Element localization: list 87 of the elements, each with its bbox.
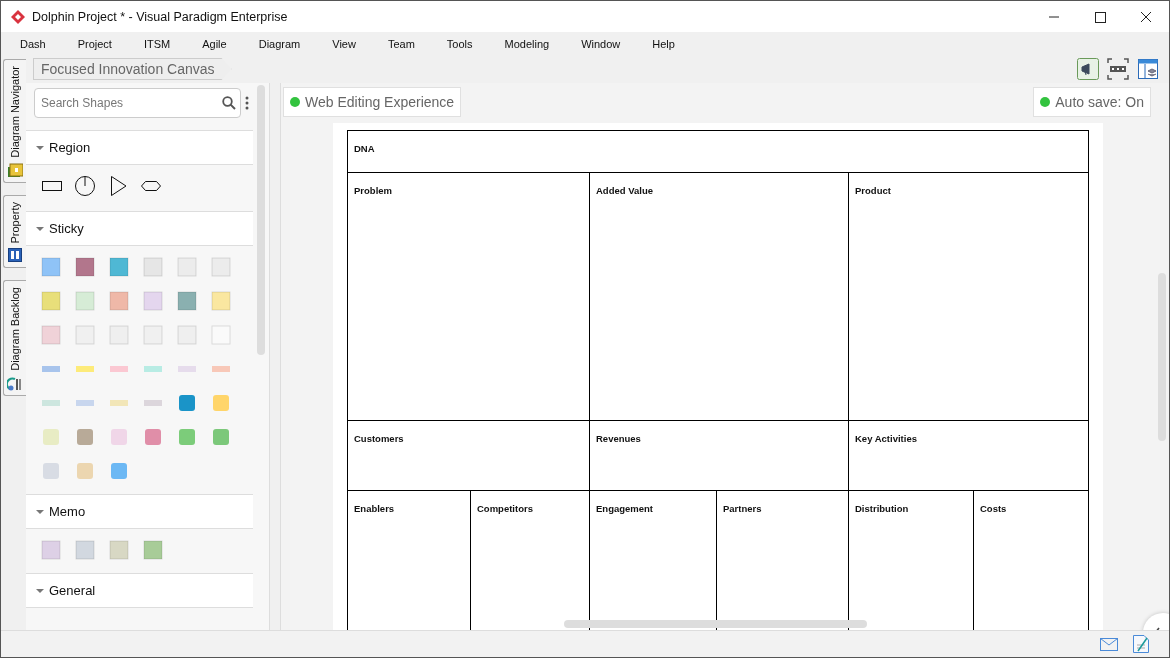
sticky-note-icon[interactable] xyxy=(210,426,232,448)
splitter-handle[interactable] xyxy=(269,83,281,630)
block-label: Customers xyxy=(354,433,404,444)
memo-note-icon[interactable] xyxy=(74,539,96,561)
sticky-note-icon[interactable] xyxy=(74,426,96,448)
autosave-text: Auto save: On xyxy=(1055,94,1144,110)
block-label: DNA xyxy=(354,143,375,154)
menu-item[interactable]: Diagram xyxy=(258,37,301,50)
sticky-note-icon[interactable] xyxy=(176,392,198,414)
side-tab[interactable]: Property xyxy=(3,194,26,269)
block-label: Key Activities xyxy=(855,433,917,444)
sticky-note-icon[interactable] xyxy=(40,256,62,278)
section-header[interactable]: Sticky xyxy=(26,211,253,246)
menu-item[interactable]: Agile xyxy=(202,37,227,50)
menu-item[interactable]: View xyxy=(332,37,356,50)
block-label: Distribution xyxy=(855,503,909,514)
section-title[interactable]: Sticky xyxy=(49,221,84,236)
scrollbar-thumb[interactable] xyxy=(257,85,265,355)
side-tab-label[interactable]: Diagram Navigator xyxy=(9,66,21,158)
sticky-note-icon[interactable] xyxy=(176,290,198,312)
block-label: Revenues xyxy=(596,433,641,444)
section-header[interactable]: Region xyxy=(26,130,253,165)
section-header[interactable]: General xyxy=(26,573,253,608)
block-label: Problem xyxy=(354,185,392,196)
block-label: Added Value xyxy=(596,185,653,196)
block-label: Partners xyxy=(723,503,762,514)
sticky-note-icon[interactable] xyxy=(142,426,164,448)
sticky-note-icon[interactable] xyxy=(176,426,198,448)
memo-note-icon[interactable] xyxy=(108,539,130,561)
menu-item[interactable]: Help xyxy=(652,37,675,50)
breadcrumb[interactable]: Focused Innovation Canvas xyxy=(33,58,232,80)
notes-icon[interactable] xyxy=(1133,635,1149,653)
menu-item[interactable]: Tools xyxy=(446,37,473,50)
menu-item[interactable]: Dash xyxy=(20,37,46,50)
collapse-arrow-icon[interactable] xyxy=(36,586,44,595)
canvas-block[interactable]: Product xyxy=(849,173,1089,421)
block-label: Costs xyxy=(980,503,1007,514)
menu-item[interactable]: Modeling xyxy=(504,37,550,50)
menu-item[interactable]: Window xyxy=(581,37,621,50)
canvas-block[interactable]: Key Activities xyxy=(849,421,1089,491)
canvas-block[interactable]: Customers xyxy=(348,421,590,491)
menu-item[interactable]: Team xyxy=(387,37,415,50)
menu-item[interactable]: Project xyxy=(77,37,112,50)
canvas-block[interactable]: Revenues xyxy=(590,421,849,491)
backlog-icon xyxy=(7,375,23,392)
status-text: Web Editing Experience xyxy=(305,94,455,110)
canvas-block[interactable]: Added Value xyxy=(590,173,849,421)
layers-window-icon[interactable] xyxy=(1137,58,1159,80)
status-dot-icon xyxy=(290,97,300,107)
folder-stack-icon xyxy=(7,161,23,178)
more-options-icon[interactable] xyxy=(245,96,249,110)
collapse-arrow-icon[interactable] xyxy=(36,143,44,152)
search-field[interactable]: Search Shapes xyxy=(34,88,241,118)
fit-screen-icon[interactable] xyxy=(1107,58,1129,80)
mail-icon[interactable] xyxy=(1100,637,1118,651)
memo-note-icon[interactable] xyxy=(40,539,62,561)
sticky-note-icon[interactable] xyxy=(108,290,130,312)
block-label: Competitors xyxy=(477,503,533,514)
side-tab-label[interactable]: Diagram Backlog xyxy=(9,287,21,372)
section-title[interactable]: General xyxy=(49,583,96,598)
side-tab[interactable]: Diagram Backlog xyxy=(3,280,26,397)
collapse-arrow-icon[interactable] xyxy=(36,507,44,516)
sticky-note-icon[interactable] xyxy=(74,256,96,278)
sticky-note-icon[interactable] xyxy=(108,460,130,482)
block-label: Enablers xyxy=(354,503,395,514)
property-sheet-icon xyxy=(7,247,23,264)
menu-item[interactable]: ITSM xyxy=(143,37,171,50)
app-logo-icon xyxy=(10,8,26,25)
block-label: Product xyxy=(855,185,891,196)
block-label: Engagement xyxy=(596,503,653,514)
side-tab[interactable]: Diagram Navigator xyxy=(3,59,26,183)
megaphone-icon[interactable] xyxy=(1077,58,1099,80)
section-title[interactable]: Region xyxy=(49,140,91,155)
section-header[interactable]: Memo xyxy=(26,494,253,529)
search-icon[interactable] xyxy=(222,96,236,110)
side-tab-label[interactable]: Property xyxy=(9,201,21,244)
status-dot-icon xyxy=(1040,97,1051,107)
canvas-block[interactable]: Problem xyxy=(348,173,590,421)
scrollbar-thumb[interactable] xyxy=(564,620,867,628)
memo-note-icon[interactable] xyxy=(142,539,164,561)
sticky-note-icon[interactable] xyxy=(108,256,130,278)
sticky-note-icon[interactable] xyxy=(40,324,62,346)
section-title[interactable]: Memo xyxy=(49,504,86,519)
circle-shape-icon[interactable] xyxy=(74,175,96,197)
canvas-block[interactable]: DNA xyxy=(348,131,1089,173)
window-title: Dolphin Project * - Visual Paradigm Enterprise xyxy=(32,9,289,24)
collapse-arrow-icon[interactable] xyxy=(36,224,44,233)
